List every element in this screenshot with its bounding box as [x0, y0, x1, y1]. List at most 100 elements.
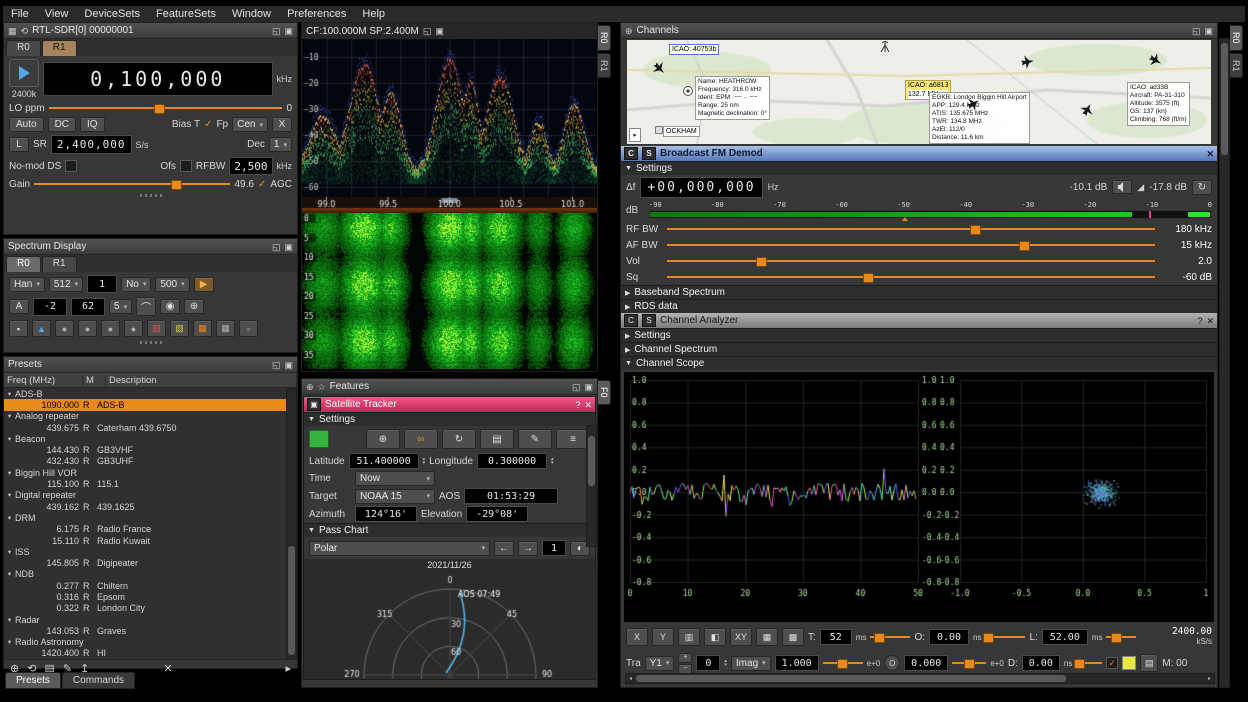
features-shrink-icon[interactable]: ◱	[572, 382, 581, 392]
load-preset-button[interactable]: ▸	[285, 664, 291, 674]
preset-row[interactable]: ▾ ISS	[4, 546, 297, 557]
spectrum-style-button[interactable]: ●	[55, 320, 74, 337]
pass-chart-expander[interactable]: ▼ Pass Chart	[304, 523, 595, 537]
trace-view-checkbox[interactable]: ✓	[1106, 657, 1118, 669]
gain-slider[interactable]	[34, 178, 230, 190]
column-freq[interactable]: Freq (MHz)	[4, 375, 83, 386]
tracker-link-button[interactable]: ∞	[404, 429, 438, 449]
preset-row[interactable]: 0.277 R Chiltern	[4, 580, 297, 591]
channels-side-tab[interactable]: R1	[1230, 53, 1243, 79]
spectrum-display-resize-grip[interactable]	[4, 340, 297, 345]
refresh-rate-combo[interactable]: 500▾	[155, 277, 189, 292]
fm-channel-settings-button[interactable]: C	[624, 147, 638, 160]
decay-combo[interactable]: 5▾	[109, 299, 132, 314]
spectrum-play-button[interactable]: ▶	[194, 277, 214, 292]
waterfall-plot[interactable]	[302, 213, 597, 369]
longitude-field[interactable]: 0.300000	[477, 453, 547, 469]
pass-number-field[interactable]: 1	[542, 540, 566, 556]
tracker-target-button[interactable]: ⊕	[366, 429, 400, 449]
grid-intensity-button[interactable]: ▦	[756, 628, 778, 646]
dc-button[interactable]: DC	[48, 117, 76, 132]
tree-arrow-icon[interactable]: ▾	[4, 616, 15, 624]
presets-scrollbar[interactable]	[286, 388, 297, 659]
fft-size-combo[interactable]: 512▾	[49, 277, 83, 292]
spectrum-display-tab[interactable]: R1	[42, 256, 77, 272]
tracker-edit-button[interactable]: ✎	[518, 429, 552, 449]
marker-button[interactable]: ◉	[160, 299, 180, 314]
features-hide-icon[interactable]: ▣	[584, 382, 593, 392]
amplitude-slider[interactable]	[823, 657, 863, 669]
audio-stereo-button[interactable]: ↻	[1192, 180, 1212, 195]
trace-intensity-button[interactable]: ▩	[782, 628, 804, 646]
preset-row[interactable]: ▾ Digital repeater	[4, 490, 297, 501]
spectrum-style-button[interactable]: ●	[239, 320, 258, 337]
fft-window-combo[interactable]: Han▾	[9, 277, 45, 292]
delete-preset-button[interactable]: ✕	[163, 664, 172, 674]
trace-color-swatch[interactable]	[1122, 656, 1136, 670]
rds-data-expander[interactable]: ▶ RDS data	[621, 299, 1217, 313]
spectrum-style-button[interactable]: ●	[101, 320, 120, 337]
device-shrink-icon[interactable]: ◱	[272, 26, 281, 36]
analyzer-channel-settings-button[interactable]: C	[624, 314, 638, 327]
tracker-window-icon[interactable]: ▣	[307, 398, 321, 411]
preset-row[interactable]: 6.175 R Radio France	[4, 524, 297, 535]
features-side-tab[interactable]: F0	[598, 380, 611, 405]
menu-item[interactable]: FeatureSets	[148, 7, 224, 21]
preset-row[interactable]: 144.430 R GB3VHF	[4, 444, 297, 455]
spectrum-display-shrink-icon[interactable]: ◱	[272, 242, 281, 252]
menu-item[interactable]: Preferences	[279, 7, 354, 21]
frequency-scale[interactable]	[302, 197, 597, 213]
tracker-update-button[interactable]: ↻	[442, 429, 476, 449]
feature-presets-icon[interactable]: ☆	[318, 382, 326, 392]
preset-row[interactable]: 1090.000 R ADS-B	[4, 399, 297, 410]
fc-position-combo[interactable]: Cen▾	[232, 117, 268, 132]
preset-row[interactable]: 143.053 R Graves	[4, 625, 297, 636]
tracker-close-icon[interactable]: ✕	[584, 400, 592, 410]
time-combo[interactable]: Now▾	[355, 471, 435, 486]
rf-bw-slider[interactable]	[667, 223, 1155, 235]
target-combo[interactable]: NOAA 15▾	[355, 489, 435, 504]
device-menu-icon[interactable]: ▦	[8, 26, 17, 36]
tracker-map-button[interactable]: ▤	[480, 429, 514, 449]
analyzer-settings-expander[interactable]: ▶ Settings	[621, 328, 1217, 342]
vor-beacon-icon[interactable]	[655, 126, 663, 134]
tree-arrow-icon[interactable]: ▾	[4, 412, 15, 420]
latitude-spinner[interactable]: ▴▾	[423, 457, 426, 465]
iq-button[interactable]: IQ	[80, 117, 105, 132]
transverter-button[interactable]: X	[272, 117, 292, 132]
averaging-mode-combo[interactable]: No▾	[121, 277, 151, 292]
bottom-tab[interactable]: Presets	[5, 672, 61, 689]
longitude-spinner[interactable]: ▴▾	[551, 457, 554, 465]
tracker-help-icon[interactable]: ?	[575, 400, 580, 410]
scroll-left-icon[interactable]: ◂	[626, 675, 635, 682]
preset-row[interactable]: 115.100 R 115.1	[4, 478, 297, 489]
trace-length-slider[interactable]	[1106, 631, 1136, 643]
squelch-slider[interactable]	[667, 271, 1155, 283]
preset-row[interactable]: 15.110 R Radio Kuwait	[4, 535, 297, 546]
spectrum-style-button[interactable]: ▪	[9, 320, 28, 337]
features-scrollbar[interactable]	[586, 425, 597, 547]
spectrum-plot[interactable]	[302, 39, 597, 197]
preset-row[interactable]: ▾ ADS-B	[4, 388, 297, 399]
spectrum-side-tab[interactable]: R1	[598, 53, 611, 79]
delay-slider[interactable]	[1076, 657, 1102, 669]
presets-shrink-icon[interactable]: ◱	[272, 360, 281, 370]
spectrum-style-button[interactable]: ▦	[216, 320, 235, 337]
menu-item[interactable]: DeviceSets	[76, 7, 148, 21]
nomod-checkbox[interactable]	[65, 160, 77, 172]
spectrum-display-hide-icon[interactable]: ▣	[284, 242, 293, 252]
trace-select-combo[interactable]: Y1▾	[645, 656, 675, 671]
prev-pass-button[interactable]: ←	[494, 541, 514, 556]
rfbw-display[interactable]: 2,500	[229, 157, 272, 175]
column-description[interactable]: Description	[106, 375, 297, 386]
memory-save-button[interactable]: ▤	[1140, 654, 1158, 672]
vor-label[interactable]: OCKHAM	[663, 126, 700, 137]
menu-item[interactable]: View	[37, 7, 77, 21]
channels-hscrollbar[interactable]: ◂ ▸	[625, 673, 1215, 684]
audio-mute-button[interactable]	[1112, 180, 1132, 194]
time-offset-slider[interactable]	[985, 631, 1025, 643]
tree-arrow-icon[interactable]: ▾	[4, 570, 15, 578]
spectrum-style-button[interactable]: ▧	[170, 320, 189, 337]
preset-row[interactable]: 145.805 R Digipeater	[4, 557, 297, 568]
channels-side-tab[interactable]: R0	[1230, 25, 1243, 51]
